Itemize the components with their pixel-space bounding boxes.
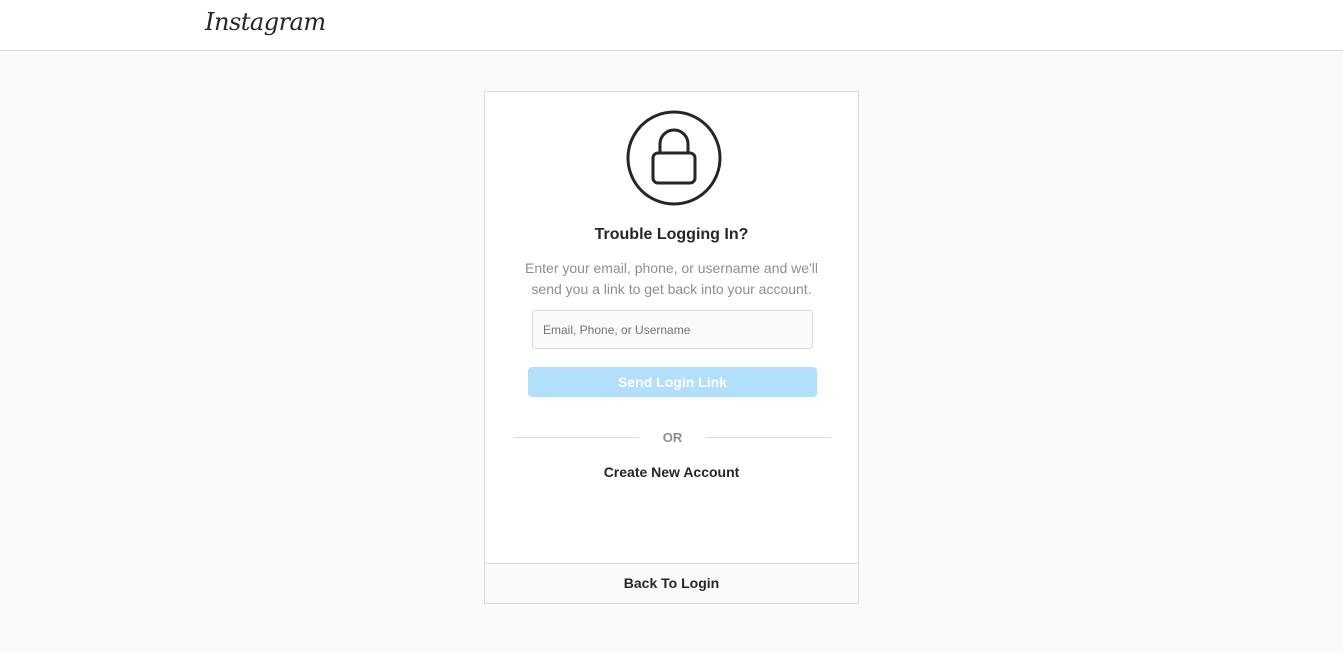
divider-line-left	[514, 437, 639, 438]
back-to-login-link[interactable]: Back To Login	[485, 563, 858, 603]
send-login-link-button[interactable]: Send Login Link	[528, 367, 817, 397]
page-title: Trouble Logging In?	[594, 226, 749, 243]
or-divider-label: OR	[662, 430, 683, 445]
instructions-text: Enter your email, phone, or username and…	[525, 260, 818, 297]
lock-icon	[626, 110, 722, 206]
create-new-account-link[interactable]: Create New Account	[485, 464, 858, 480]
top-navigation-bar: Instagram	[0, 0, 1343, 51]
email-phone-username-input[interactable]	[532, 310, 813, 349]
password-reset-card: Trouble Logging In? Enter your email, ph…	[484, 91, 859, 604]
instagram-logo[interactable]: Instagram	[205, 4, 326, 40]
divider-line-right	[706, 437, 831, 438]
